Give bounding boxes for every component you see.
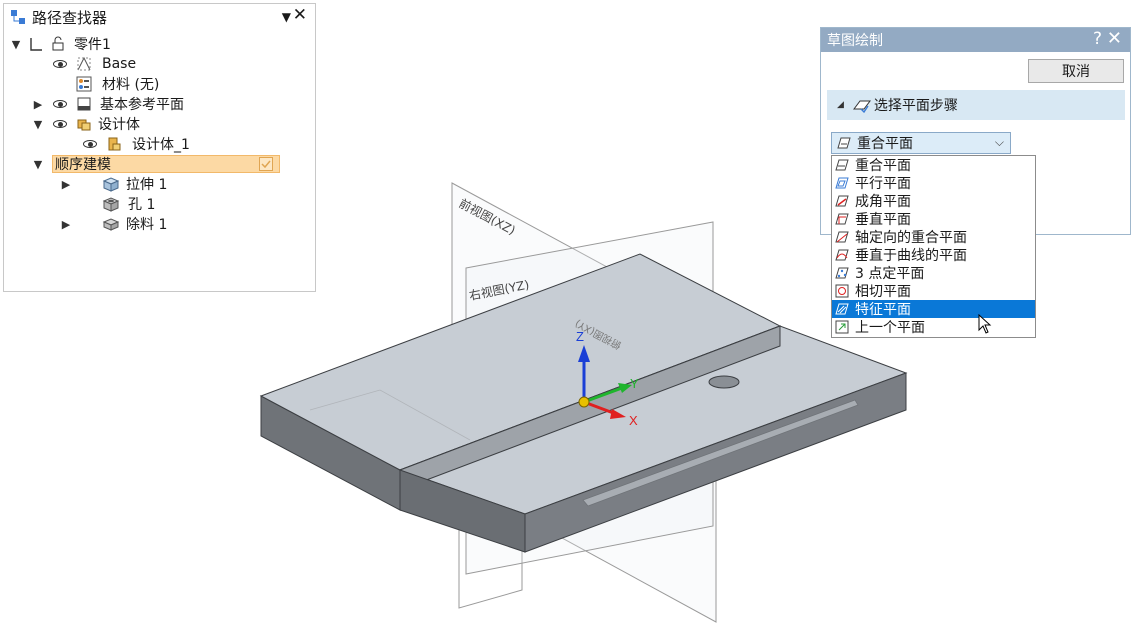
hole-ellipse[interactable] bbox=[708, 375, 740, 389]
tree-item-base[interactable]: Base bbox=[52, 54, 136, 74]
y-axis-label: Y bbox=[630, 376, 639, 391]
angled-plane-icon bbox=[835, 194, 849, 208]
normal-to-curve-icon bbox=[835, 248, 849, 262]
pathfinder-menu-icon[interactable]: ▼ bbox=[282, 10, 291, 24]
tree-item-hole[interactable]: 孔 1 bbox=[102, 194, 155, 214]
tree-item-material[interactable]: 材料 (无) bbox=[76, 74, 159, 94]
base-csys-icon bbox=[76, 56, 92, 72]
lock-icon bbox=[50, 36, 66, 52]
extrude-icon bbox=[102, 176, 120, 192]
parallel-plane-icon bbox=[835, 176, 849, 190]
tree-item-cut[interactable]: ▶ 除料 1 bbox=[60, 214, 168, 234]
cancel-button[interactable]: 取消 bbox=[1028, 59, 1124, 83]
visibility-eye-icon[interactable] bbox=[52, 98, 68, 110]
collapse-triangle-icon[interactable]: ▼ bbox=[10, 38, 22, 51]
chevron-down-icon[interactable]: ⌵ bbox=[995, 135, 1004, 150]
sketch-dialog-title: 草图绘制 bbox=[827, 33, 883, 49]
tree-item-extrude[interactable]: ▶ 拉伸 1 bbox=[60, 174, 168, 194]
expand-triangle-icon[interactable]: ▶ bbox=[32, 98, 44, 111]
part-icon bbox=[28, 36, 44, 52]
option-coincident-plane[interactable]: 重合平面 bbox=[832, 156, 1035, 174]
option-label: 垂直于曲线的平面 bbox=[855, 248, 967, 264]
option-three-point-plane[interactable]: 3 点定平面 bbox=[832, 264, 1035, 282]
step-label: 选择平面步骤 bbox=[873, 98, 958, 114]
option-axis-oriented-coincident-plane[interactable]: 轴定向的重合平面 bbox=[832, 228, 1035, 246]
tangent-plane-icon bbox=[835, 284, 849, 298]
tree-item-design-body[interactable]: ▼ 设计体 bbox=[32, 114, 140, 134]
option-label: 成角平面 bbox=[855, 194, 911, 210]
plane-step-icon bbox=[852, 97, 871, 114]
option-label: 重合平面 bbox=[855, 158, 911, 174]
design-body-1-icon bbox=[106, 136, 122, 152]
part-label: 零件1 bbox=[74, 37, 111, 53]
sketch-dialog-titlebar[interactable]: 草图绘制 ? ✕ bbox=[821, 28, 1130, 52]
visibility-eye-icon[interactable] bbox=[82, 138, 98, 150]
cut-icon bbox=[102, 216, 120, 232]
material-label: 材料 (无) bbox=[102, 77, 160, 93]
option-label: 上一个平面 bbox=[855, 320, 925, 336]
x-axis-label: X bbox=[629, 413, 638, 428]
option-last-plane[interactable]: 上一个平面 bbox=[832, 318, 1035, 336]
combo-value: 重合平面 bbox=[857, 136, 913, 152]
checkbox-icon[interactable] bbox=[259, 157, 273, 171]
option-label: 轴定向的重合平面 bbox=[855, 230, 967, 246]
perpendicular-plane-icon bbox=[835, 212, 849, 226]
three-point-plane-icon bbox=[835, 266, 849, 280]
pathfinder-title: 路径查找器 bbox=[32, 8, 108, 27]
tree-item-ordered-modeling[interactable]: ▼ 顺序建模 bbox=[32, 154, 280, 174]
tree-item-part[interactable]: ▼ 零件1 bbox=[10, 34, 111, 54]
plane-type-dropdown[interactable]: 重合平面 平行平面 成角平面 垂直平面 轴定向的重合平面 垂直于曲线的平面 3 … bbox=[831, 155, 1036, 338]
hole-label: 孔 1 bbox=[128, 197, 156, 213]
expand-triangle-icon[interactable]: ▶ bbox=[60, 178, 72, 191]
option-label: 3 点定平面 bbox=[855, 266, 925, 282]
origin-point[interactable] bbox=[578, 396, 590, 408]
option-perpendicular-plane[interactable]: 垂直平面 bbox=[832, 210, 1035, 228]
design-body-1-label: 设计体_1 bbox=[132, 137, 190, 153]
cut-label: 除料 1 bbox=[126, 217, 168, 233]
tree-item-design-body-1[interactable]: 设计体_1 bbox=[82, 134, 190, 154]
material-icon bbox=[76, 76, 92, 92]
plane-type-combobox[interactable]: 重合平面 ⌵ bbox=[831, 132, 1011, 154]
visibility-eye-icon[interactable] bbox=[52, 118, 68, 130]
hole-icon bbox=[102, 196, 120, 212]
option-feature-plane[interactable]: 特征平面 bbox=[832, 300, 1035, 318]
close-icon[interactable]: ✕ bbox=[1107, 28, 1122, 49]
last-plane-icon bbox=[835, 320, 849, 334]
pathfinder-icon bbox=[10, 9, 26, 25]
extrude-label: 拉伸 1 bbox=[126, 177, 168, 193]
visibility-eye-icon[interactable] bbox=[52, 58, 68, 70]
design-body-icon bbox=[76, 116, 92, 132]
option-label: 特征平面 bbox=[855, 302, 911, 318]
ordered-modeling-label: 顺序建模 bbox=[55, 157, 111, 173]
mouse-pointer-icon bbox=[978, 314, 992, 334]
option-normal-to-curve-plane[interactable]: 垂直于曲线的平面 bbox=[832, 246, 1035, 264]
base-label: Base bbox=[102, 56, 137, 72]
pathfinder-header: 路径查找器 ▼ ✕ bbox=[4, 4, 315, 30]
axis-plane-icon bbox=[835, 230, 849, 244]
collapse-triangle-icon[interactable]: ▼ bbox=[32, 158, 44, 171]
coincident-plane-icon bbox=[835, 158, 849, 172]
collapse-triangle-icon[interactable]: ▼ bbox=[32, 118, 44, 131]
expand-triangle-icon[interactable]: ▶ bbox=[60, 218, 72, 231]
help-icon[interactable]: ? bbox=[1093, 29, 1102, 49]
option-label: 相切平面 bbox=[855, 284, 911, 300]
select-plane-step[interactable]: ◢ 选择平面步骤 bbox=[827, 90, 1125, 120]
pathfinder-close-icon[interactable]: ✕ bbox=[293, 5, 307, 25]
option-angled-plane[interactable]: 成角平面 bbox=[832, 192, 1035, 210]
option-label: 垂直平面 bbox=[855, 212, 911, 228]
tree-item-ref-planes[interactable]: ▶ 基本参考平面 bbox=[32, 94, 184, 114]
feature-plane-icon bbox=[835, 302, 849, 316]
option-label: 平行平面 bbox=[855, 176, 911, 192]
option-parallel-plane[interactable]: 平行平面 bbox=[832, 174, 1035, 192]
pathfinder-panel: 路径查找器 ▼ ✕ ▼ 零件1 Base 材料 (无) ▶ 基本参考平面 ▼ 设… bbox=[3, 3, 316, 292]
step-collapse-icon[interactable]: ◢ bbox=[837, 100, 844, 110]
design-body-label: 设计体 bbox=[98, 117, 140, 133]
ref-planes-label: 基本参考平面 bbox=[100, 97, 184, 113]
option-tangent-plane[interactable]: 相切平面 bbox=[832, 282, 1035, 300]
ref-plane-icon bbox=[76, 96, 92, 112]
coincident-plane-icon bbox=[837, 136, 851, 150]
ordered-modeling-highlight[interactable]: 顺序建模 bbox=[52, 155, 280, 173]
